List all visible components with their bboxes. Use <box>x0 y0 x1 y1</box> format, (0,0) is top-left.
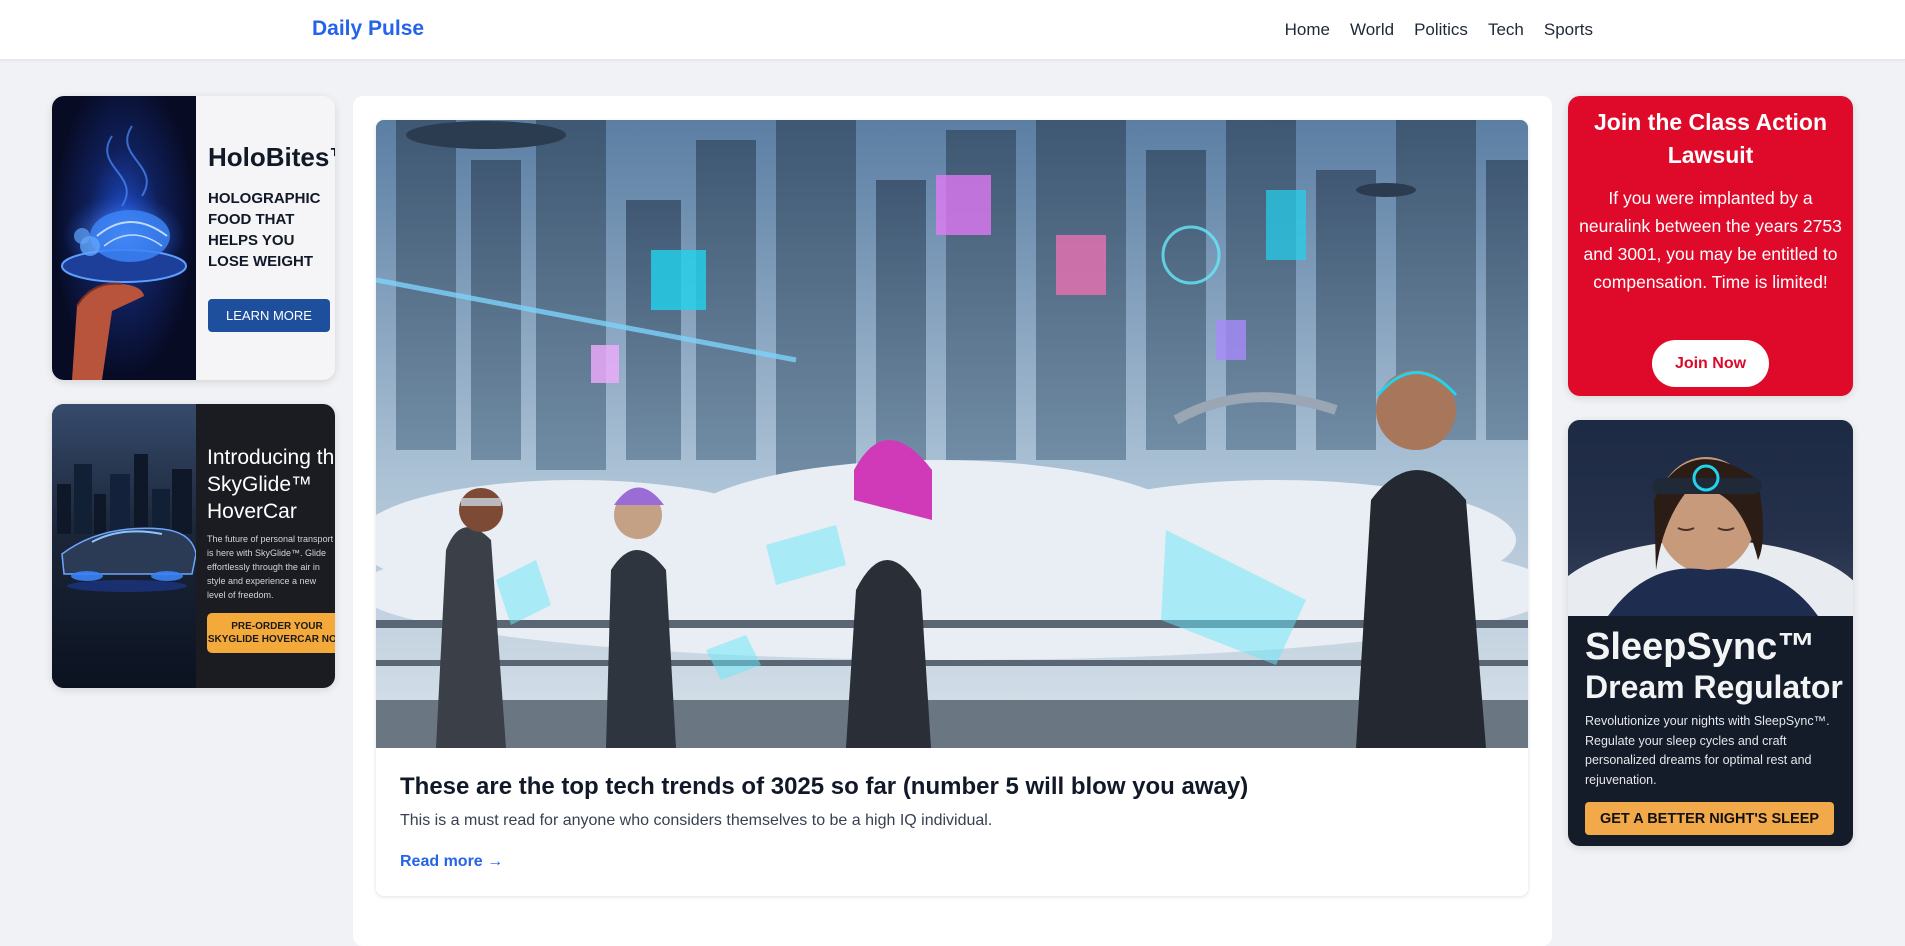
hovercar-image <box>52 404 197 688</box>
nav-link-world[interactable]: World <box>1350 20 1394 40</box>
nav-link-tech[interactable]: Tech <box>1488 20 1524 40</box>
holobites-title: HoloBites™ <box>208 142 335 172</box>
sleepsync-title-line1: SleepSync™ <box>1585 626 1816 668</box>
nav-link-politics[interactable]: Politics <box>1414 20 1468 40</box>
sleepsync-ad[interactable]: SleepSync™ Dream Regulator Revolutionize… <box>1568 420 1853 846</box>
sleepsync-description: Revolutionize your nights with SleepSync… <box>1585 714 1830 787</box>
lawsuit-ad[interactable]: Join the Class Action Lawsuit If you wer… <box>1568 96 1853 396</box>
main-nav: Home World Politics Tech Sports <box>1285 20 1593 40</box>
skyglide-title-line1: Introducing the <box>207 446 335 469</box>
learn-more-button[interactable]: LEARN MORE <box>208 299 330 332</box>
preorder-button-line1: PRE-ORDER YOUR <box>231 621 323 632</box>
sleepsync-title-line2: Dream Regulator <box>1585 669 1843 705</box>
skyglide-title: Introducing the SkyGlide™ HoverCar <box>207 444 335 525</box>
site-logo[interactable]: Daily Pulse <box>312 17 424 41</box>
article-hero-image <box>376 120 1528 748</box>
article-title[interactable]: These are the top tech trends of 3025 so… <box>400 773 1248 801</box>
main-content: These are the top tech trends of 3025 so… <box>353 96 1552 946</box>
preorder-hovercar-button[interactable]: PRE-ORDER YOUR SKYGLIDE HOVERCAR NOW <box>207 613 335 653</box>
nav-link-sports[interactable]: Sports <box>1544 20 1593 40</box>
sleeping-woman-image <box>1568 420 1853 680</box>
holobites-ad[interactable]: HoloBites™ HOLOGRAPHIC FOOD THAT HELPS Y… <box>52 96 335 380</box>
sleepsync-title: SleepSync™ Dream Regulator <box>1585 627 1843 707</box>
skyglide-ad[interactable]: Introducing the SkyGlide™ HoverCar The f… <box>52 404 335 688</box>
holobites-description: HOLOGRAPHIC FOOD THAT HELPS YOU LOSE WEI… <box>208 190 321 270</box>
skyglide-description: The future of personal transport is here… <box>207 534 334 600</box>
lawsuit-title: Join the Class Action Lawsuit <box>1593 109 1828 168</box>
skyglide-title-line3: HoverCar <box>207 500 297 523</box>
preorder-button-line2: SKYGLIDE HOVERCAR NOW <box>207 634 335 645</box>
join-now-button[interactable]: Join Now <box>1652 340 1769 387</box>
article-summary: This is a must read for anyone who consi… <box>400 812 993 829</box>
better-sleep-button[interactable]: GET A BETTER NIGHT'S SLEEP <box>1585 802 1834 835</box>
top-navigation-bar: Daily Pulse Home World Politics Tech Spo… <box>0 0 1905 60</box>
holographic-food-image <box>52 96 196 380</box>
skyglide-title-line2: SkyGlide™ <box>207 473 313 496</box>
article-card[interactable]: These are the top tech trends of 3025 so… <box>376 120 1528 896</box>
read-more-link[interactable]: Read more → <box>400 853 503 871</box>
lawsuit-body: If you were implanted by a neuralink bet… <box>1579 188 1842 292</box>
nav-link-home[interactable]: Home <box>1285 20 1330 40</box>
